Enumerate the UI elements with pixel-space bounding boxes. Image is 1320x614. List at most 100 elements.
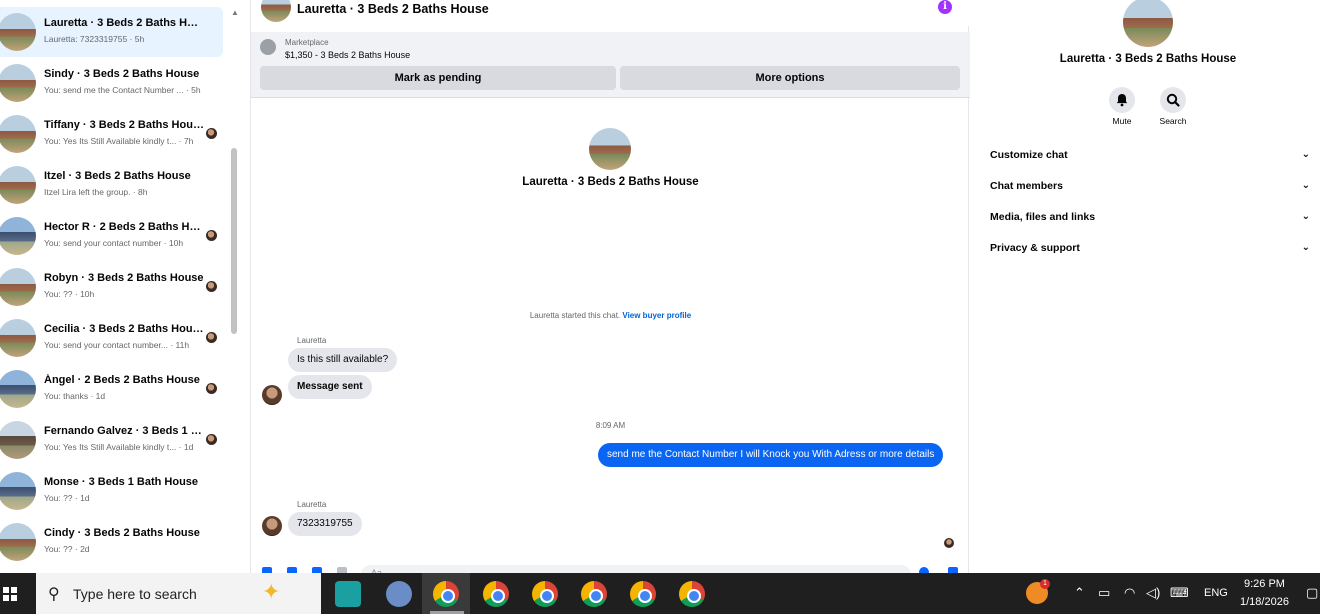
scroll-up-arrow-icon[interactable]: ▲	[231, 8, 239, 17]
chat-started-notice: Lauretta started this chat. View buyer p…	[251, 311, 970, 320]
incoming-message[interactable]: Is this still available?	[288, 348, 398, 372]
media-files-links-row[interactable]: Media, files and links ⌄	[990, 211, 1310, 231]
chrome-icon[interactable]	[532, 581, 558, 607]
chrome-icon[interactable]	[581, 581, 607, 607]
mark-as-pending-button[interactable]: Mark as pending	[260, 66, 616, 90]
privacy-support-row[interactable]: Privacy & support ⌄	[990, 242, 1310, 262]
conversation-title: Cindy · 3 Beds 2 Baths House	[44, 527, 200, 539]
conversation-title: Cecilia · 3 Beds 2 Baths House	[44, 323, 204, 335]
search-in-chat-button[interactable]: Search	[1153, 87, 1193, 126]
chat-profile-title: Lauretta · 3 Beds 2 Baths House	[522, 176, 699, 188]
search-label: Search	[1159, 116, 1187, 126]
conversation-item[interactable]: Tiffany · 3 Beds 2 Baths House You: Yes …	[0, 109, 223, 159]
chat-details-panel: Lauretta · 3 Beds 2 Baths House Mute Sea…	[979, 0, 1320, 573]
sender-name: Lauretta	[297, 500, 327, 509]
conversation-title: Ángel · 2 Beds 2 Baths House	[44, 374, 200, 386]
chat-header-title[interactable]: Lauretta · 3 Beds 2 Baths House	[297, 2, 489, 16]
read-receipt-avatar	[206, 434, 217, 445]
message-composer: Aa	[251, 561, 970, 573]
details-avatar[interactable]	[1123, 0, 1173, 47]
conversation-title: Lauretta · 3 Beds 2 Baths House	[44, 17, 204, 29]
conversation-snippet: You: send me the Contact Number ... · 5h	[44, 85, 201, 95]
chat-members-row[interactable]: Chat members ⌄	[990, 180, 1310, 200]
marketplace-label: Marketplace	[285, 38, 329, 47]
volume-icon[interactable]: ◁)	[1146, 585, 1160, 601]
app-icon-paint[interactable]	[386, 581, 412, 607]
conversation-title: Tiffany · 3 Beds 2 Baths House	[44, 119, 204, 131]
conversation-item[interactable]: Cecilia · 3 Beds 2 Baths House You: send…	[0, 313, 223, 363]
notification-badge: 1	[1040, 579, 1050, 589]
listing-avatar	[0, 472, 36, 510]
details-title: Lauretta · 3 Beds 2 Baths House	[1059, 53, 1237, 65]
conversation-item[interactable]: Fernando Galvez · 3 Beds 1 Ba... You: Ye…	[0, 415, 223, 465]
language-indicator[interactable]: ENG	[1204, 587, 1228, 599]
message-input[interactable]: Aa	[361, 565, 911, 573]
read-receipt-avatar	[206, 230, 217, 241]
row-label: Customize chat	[990, 149, 1068, 161]
outgoing-message[interactable]: send me the Contact Number I will Knock …	[598, 443, 944, 467]
chat-header-avatar[interactable]	[261, 0, 291, 22]
chrome-icon[interactable]	[483, 581, 509, 607]
clock-time[interactable]: 9:26 PM	[1244, 578, 1285, 590]
row-label: Media, files and links	[990, 211, 1096, 223]
copilot-sparkle-icon[interactable]: ✦	[262, 579, 280, 605]
app-icon-teal[interactable]	[335, 581, 361, 607]
info-icon[interactable]: i	[938, 0, 952, 14]
chevron-down-icon: ⌄	[1301, 180, 1310, 191]
incoming-message[interactable]: 7323319755	[288, 512, 362, 536]
listing-avatar	[0, 217, 36, 255]
more-options-button[interactable]: More options	[620, 66, 960, 90]
notifications-icon[interactable]: ▢	[1306, 585, 1318, 601]
chat-profile-avatar[interactable]	[589, 128, 631, 170]
chevron-down-icon: ⌄	[1301, 149, 1310, 160]
conversation-item[interactable]: Robyn · 3 Beds 2 Baths House You: ?? · 1…	[0, 262, 223, 312]
incoming-message[interactable]: Message sent	[288, 375, 372, 399]
wifi-icon[interactable]: ◠	[1124, 585, 1135, 601]
windows-logo-icon	[3, 587, 17, 601]
conversation-item[interactable]: Sindy · 3 Beds 2 Baths House You: send m…	[0, 58, 223, 108]
conversation-snippet: Lauretta: 7323319755 · 5h	[44, 34, 145, 44]
marketplace-listing-bar: Marketplace $1,350 - 3 Beds 2 Baths Hous…	[251, 32, 970, 98]
chrome-icon[interactable]	[679, 581, 705, 607]
chrome-icon[interactable]	[630, 581, 656, 607]
battery-icon[interactable]: ▭	[1098, 585, 1110, 601]
conversation-list-scrollbar[interactable]	[231, 148, 237, 334]
start-button[interactable]	[0, 573, 36, 614]
conversation-item[interactable]: Hector R · 2 Beds 2 Baths Hou... You: se…	[0, 211, 223, 261]
windows-taskbar: ⚲ Type here to search ✦ 1 ⌃ ▭ ◠ ◁) ⌨ ENG…	[0, 573, 1320, 614]
keyboard-icon[interactable]: ⌨	[1170, 585, 1189, 601]
chevron-down-icon: ⌄	[1301, 242, 1310, 253]
listing-thumbnail[interactable]	[260, 39, 276, 55]
listing-price-title[interactable]: $1,350 - 3 Beds 2 Baths House	[285, 50, 410, 60]
search-icon	[1160, 87, 1186, 113]
chevron-up-icon[interactable]: ⌃	[1074, 585, 1085, 601]
row-label: Chat members	[990, 180, 1063, 192]
sender-name: Lauretta	[297, 336, 327, 345]
conversation-title: Fernando Galvez · 3 Beds 1 Ba...	[44, 425, 204, 437]
view-buyer-profile-link[interactable]: View buyer profile	[622, 311, 691, 320]
mute-button[interactable]: Mute	[1102, 87, 1142, 126]
conversation-snippet: You: ?? · 1d	[44, 493, 90, 503]
conversation-item[interactable]: Cindy · 3 Beds 2 Baths House You: ?? · 2…	[0, 517, 223, 567]
clock-date[interactable]: 1/18/2026	[1240, 596, 1289, 608]
conversation-snippet: You: Yes Its Still Available kindly t...…	[44, 442, 194, 452]
listing-avatar	[0, 370, 36, 408]
chrome-icon[interactable]	[433, 581, 459, 607]
conversation-title: Hector R · 2 Beds 2 Baths Hou...	[44, 221, 204, 233]
time-divider: 8:09 AM	[595, 421, 626, 430]
listing-avatar	[0, 523, 36, 561]
conversation-snippet: You: ?? · 2d	[44, 544, 90, 554]
conversation-item[interactable]: Lauretta · 3 Beds 2 Baths House Lauretta…	[0, 7, 223, 57]
sender-avatar[interactable]	[262, 516, 282, 536]
chevron-down-icon: ⌄	[1301, 211, 1310, 222]
chat-started-text: Lauretta started this chat.	[529, 311, 621, 320]
conversation-title: Monse · 3 Beds 1 Bath House	[44, 476, 199, 488]
chat-header: Lauretta · 3 Beds 2 Baths House i	[251, 0, 970, 26]
sender-avatar[interactable]	[262, 385, 282, 405]
taskbar-search-box[interactable]: ⚲ Type here to search ✦	[36, 573, 321, 614]
conversation-item[interactable]: Itzel · 3 Beds 2 Baths House Itzel Lira …	[0, 160, 223, 210]
conversation-item[interactable]: Ángel · 2 Beds 2 Baths House You: thanks…	[0, 364, 223, 414]
conversation-item[interactable]: Monse · 3 Beds 1 Bath House You: ?? · 1d	[0, 466, 223, 516]
conversation-snippet: You: ?? · 10h	[44, 289, 95, 299]
customize-chat-row[interactable]: Customize chat ⌄	[990, 149, 1310, 169]
